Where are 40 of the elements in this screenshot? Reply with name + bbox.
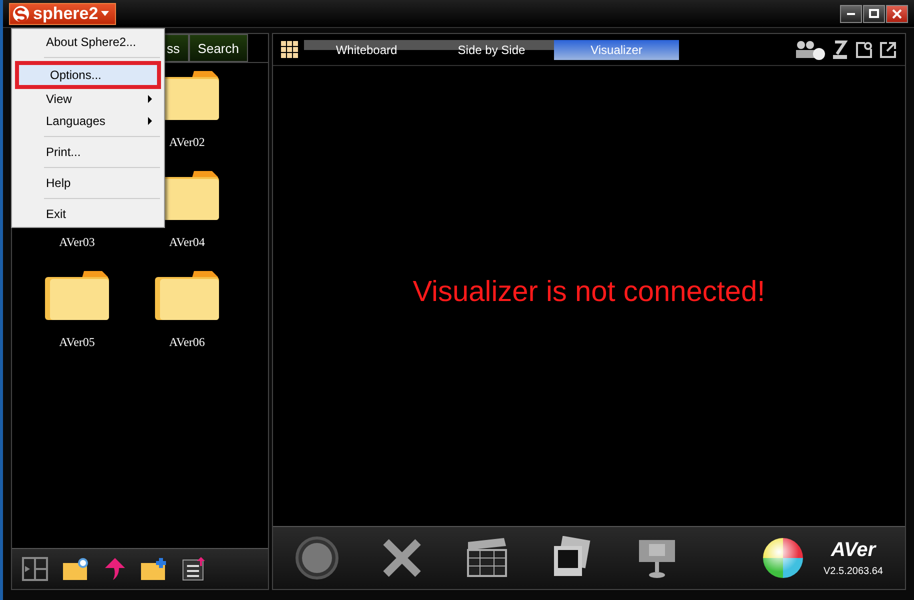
menu-item[interactable]: Languages — [14, 110, 162, 132]
folder-label: AVer04 — [169, 235, 205, 250]
maximize-button[interactable] — [863, 4, 885, 22]
menu-item[interactable]: Print... — [14, 141, 162, 163]
menu-item[interactable]: About Sphere2... — [14, 31, 162, 53]
list-export-icon[interactable] — [182, 557, 206, 581]
close-icon — [892, 8, 902, 18]
caret-icon — [101, 11, 110, 16]
maximize-icon — [869, 9, 879, 18]
menu-item[interactable]: Exit — [14, 203, 162, 225]
menu-item[interactable]: View — [14, 88, 162, 110]
view-tab[interactable]: Side by Side — [429, 40, 554, 60]
folder-label: AVer02 — [169, 135, 205, 150]
clapperboard-icon[interactable] — [465, 536, 509, 580]
grid-icon[interactable] — [281, 41, 298, 58]
close-button[interactable] — [886, 4, 908, 22]
folder-icon[interactable] — [154, 269, 220, 321]
status-message: Visualizer is not connected! — [412, 276, 766, 310]
app-menu-button[interactable]: sphere2 — [9, 2, 116, 24]
brand-logo: AVer — [831, 539, 876, 562]
menu-item[interactable]: Options... — [18, 64, 158, 86]
disc-icon[interactable] — [295, 536, 339, 580]
zoom-page-icon[interactable] — [855, 40, 873, 58]
layout-icon[interactable] — [22, 557, 48, 581]
people-upload-icon[interactable] — [795, 40, 825, 60]
panel-tab[interactable]: Search — [188, 34, 248, 62]
menu-item[interactable]: Help — [14, 172, 162, 194]
new-folder-icon[interactable] — [140, 557, 168, 581]
arrow-up-icon[interactable] — [104, 557, 126, 581]
folder-search-icon[interactable] — [62, 557, 90, 581]
folder-label: AVer03 — [59, 235, 95, 250]
folder-label: AVer06 — [169, 335, 205, 350]
view-tab[interactable]: Whiteboard — [304, 40, 429, 60]
minimize-icon — [847, 12, 855, 15]
folder-icon[interactable] — [44, 269, 110, 321]
external-link-icon[interactable] — [879, 40, 897, 58]
folder-label: AVer05 — [59, 335, 95, 350]
version-label: V2.5.2063.64 — [824, 566, 883, 577]
logo-icon — [12, 4, 30, 22]
minimize-button[interactable] — [840, 4, 862, 22]
